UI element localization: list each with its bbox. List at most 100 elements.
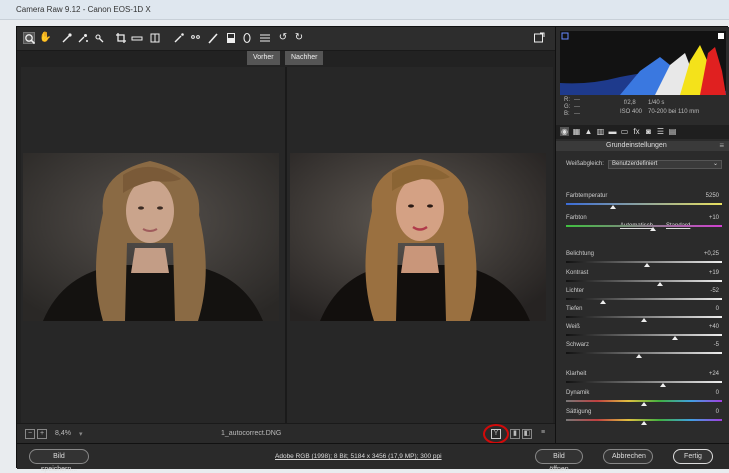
slider-knob-schwarz[interactable] [636, 354, 643, 358]
tab-effects-icon[interactable]: fx [632, 127, 641, 136]
toolbar: ✋ ↺ ↻ [17, 27, 555, 51]
panel-title: Grundeinstellungen [606, 142, 667, 149]
slider-label-farbtemperatur: Farbtemperatur [566, 193, 608, 199]
slider-knob-wei-[interactable] [672, 336, 679, 340]
slider-track-lichter[interactable] [566, 298, 722, 300]
slider-knob-kontrast[interactable] [656, 282, 663, 286]
slider-track-wei-[interactable] [566, 334, 722, 336]
slider-label-klarheit: Klarheit [566, 371, 587, 377]
zoom-out-button[interactable]: − [25, 429, 35, 439]
before-pane [21, 67, 285, 423]
workflow-options-link[interactable]: Adobe RGB (1998); 8 Bit; 5184 x 3456 (17… [275, 453, 442, 460]
slider-value-farbton[interactable]: +10 [709, 215, 719, 221]
slider-value-schwarz[interactable]: -5 [714, 342, 719, 348]
slider-knob-farbton[interactable] [650, 227, 657, 231]
red-eye-tool-icon[interactable] [189, 32, 201, 44]
slider-value-kontrast[interactable]: +19 [709, 270, 719, 276]
slider-value-tiefen[interactable]: 0 [716, 306, 719, 312]
zoom-tool-icon[interactable] [23, 32, 36, 45]
zoom-in-button[interactable]: + [37, 429, 47, 439]
slider-knob-belichtung[interactable] [644, 263, 651, 267]
before-photo [23, 153, 279, 321]
slider-label-belichtung: Belichtung [566, 251, 595, 257]
after-photo [290, 153, 546, 321]
radial-filter-tool-icon[interactable] [241, 32, 253, 44]
g-value: --- [574, 104, 580, 110]
aperture: f/2,8 [624, 100, 636, 106]
after-label: Nachher [285, 51, 324, 65]
slider-track-kontrast[interactable] [566, 280, 722, 282]
slider-value-lichter[interactable]: -52 [710, 288, 719, 294]
tab-camera-calibration-icon[interactable]: ◙ [644, 127, 653, 136]
hand-tool-icon[interactable]: ✋ [39, 32, 51, 44]
slider-knob-tiefen[interactable] [641, 318, 647, 322]
slider-knob-farbtemperatur[interactable] [609, 205, 616, 209]
tab-hsl-icon[interactable]: ▥ [596, 127, 605, 136]
after-pane [287, 67, 553, 423]
slider-value-wei-[interactable]: +40 [709, 324, 719, 330]
straighten-tool-icon[interactable] [131, 32, 143, 44]
b-value: --- [574, 111, 580, 117]
rotate-cw-icon[interactable]: ↻ [293, 32, 305, 44]
title-bar: Camera Raw 9.12 - Canon EOS-1D X [0, 0, 729, 20]
slider-track-schwarz[interactable] [566, 352, 722, 354]
done-button[interactable]: Fertig [673, 449, 713, 464]
slider-label-kontrast: Kontrast [566, 270, 589, 276]
save-image-button[interactable]: Bild speichern... [29, 449, 89, 473]
slider-label-farbton: Farbton [566, 215, 587, 221]
slider-track-klarheit[interactable] [566, 381, 722, 383]
tab-presets-icon[interactable]: ☰ [656, 127, 665, 136]
window-title: Camera Raw 9.12 - Canon EOS-1D X [16, 5, 151, 14]
before-label: Vorher [247, 51, 280, 65]
slider-value-belichtung[interactable]: +0,25 [704, 251, 719, 257]
transform-tool-icon[interactable] [149, 32, 161, 44]
camera-info: R: --- G: --- B: --- f/2,8 1/40 s ISO 40… [560, 97, 726, 121]
tab-detail-icon[interactable]: ▲ [584, 127, 593, 136]
slider-track-farbtemperatur[interactable] [566, 203, 722, 205]
slider-value-klarheit[interactable]: +24 [709, 371, 719, 377]
before-after-view-icon[interactable]: Y [491, 429, 501, 439]
slider-value-s-ttigung[interactable]: 0 [716, 409, 719, 415]
spot-removal-tool-icon[interactable] [173, 32, 185, 44]
slider-knob-klarheit[interactable] [659, 383, 666, 387]
panel-tabs: ◉ ▦ ▲ ▥ ▬ ▭ fx ◙ ☰ ▤ [556, 125, 729, 139]
tab-snapshots-icon[interactable]: ▤ [668, 127, 677, 136]
slider-knob-lichter[interactable] [600, 300, 607, 304]
swap-settings-icon[interactable]: ▮ [510, 429, 520, 439]
tab-tone-curve-icon[interactable]: ▦ [572, 127, 581, 136]
slider-knob-s-ttigung[interactable] [641, 421, 647, 425]
slider-value-farbtemperatur[interactable]: 5250 [706, 193, 719, 199]
slider-knob-dynamik[interactable] [641, 402, 647, 406]
white-balance-select[interactable]: Benutzerdefiniert ⌄ [608, 160, 722, 169]
white-balance-value: Benutzerdefiniert [612, 161, 658, 167]
tab-lens-icon[interactable]: ▭ [620, 127, 629, 136]
white-balance-tool-icon[interactable] [61, 32, 73, 44]
toggle-settings-icon[interactable]: ≡ [538, 429, 548, 439]
slider-label-schwarz: Schwarz [566, 342, 590, 348]
fullscreen-toggle-icon[interactable] [533, 32, 545, 44]
slider-value-dynamik[interactable]: 0 [716, 390, 719, 396]
slider-label-tiefen: Tiefen [566, 306, 583, 312]
panel-menu-icon[interactable]: ≡ [719, 141, 724, 150]
graduated-filter-tool-icon[interactable] [225, 32, 237, 44]
crop-tool-icon[interactable] [115, 32, 127, 44]
rotate-ccw-icon[interactable]: ↺ [277, 32, 289, 44]
filename-label: 1_autocorrect.DNG [221, 430, 282, 437]
targeted-adjustment-tool-icon[interactable] [93, 32, 105, 44]
color-sampler-tool-icon[interactable] [77, 32, 89, 44]
tab-split-toning-icon[interactable]: ▬ [608, 127, 617, 136]
tab-basic-icon[interactable]: ◉ [560, 127, 569, 136]
open-image-button[interactable]: Bild öffnen [535, 449, 583, 473]
shutter-speed: 1/40 s [648, 100, 665, 106]
slider-label-dynamik: Dynamik [566, 390, 590, 396]
preferences-tool-icon[interactable] [259, 32, 271, 44]
copy-settings-icon[interactable]: ◧ [522, 429, 532, 439]
slider-label-s-ttigung: Sättigung [566, 409, 592, 415]
r-label: R: [564, 97, 570, 103]
zoom-dropdown-icon[interactable]: ▾ [79, 430, 83, 438]
cancel-button[interactable]: Abbrechen [603, 449, 653, 464]
zoom-level[interactable]: 8,4% [55, 430, 71, 437]
adjustment-brush-tool-icon[interactable] [207, 32, 219, 44]
preview-area [21, 67, 553, 423]
slider-track-farbton[interactable] [566, 225, 722, 227]
